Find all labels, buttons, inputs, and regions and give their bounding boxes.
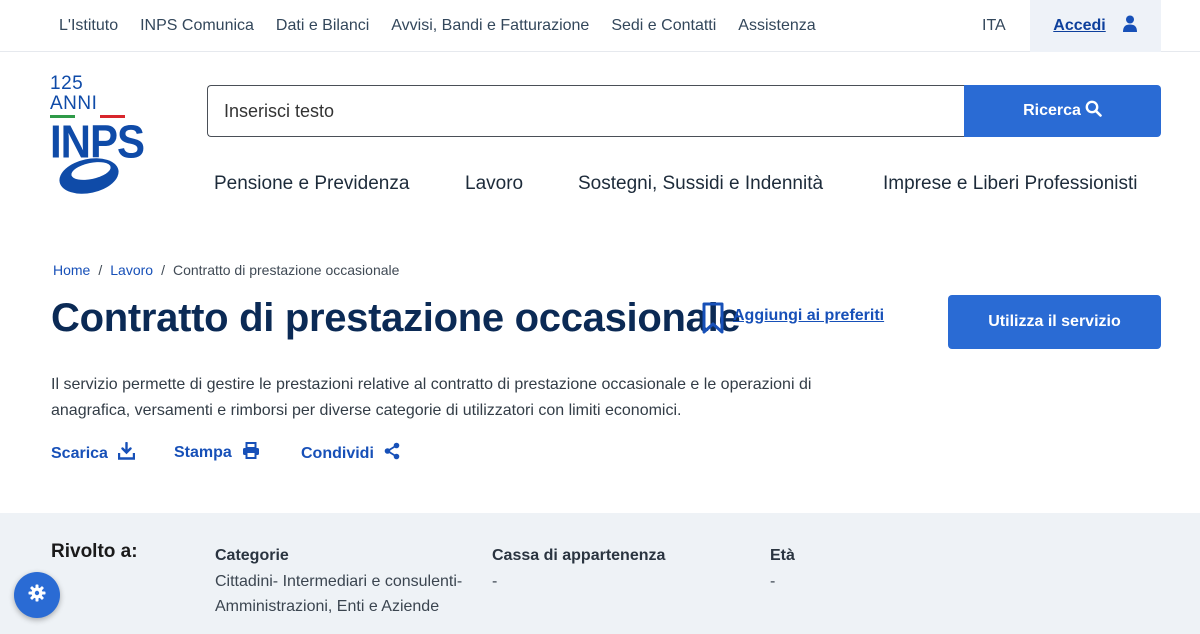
target-column-value: - bbox=[492, 573, 498, 590]
breadcrumb-separator: / bbox=[161, 262, 165, 278]
mainnav-item-pensione[interactable]: Pensione e Previdenza bbox=[214, 173, 409, 195]
target-column-value: - bbox=[770, 573, 776, 590]
topnav-item-dati-bilanci[interactable]: Dati e Bilanci bbox=[276, 17, 369, 35]
download-button[interactable]: Scarica bbox=[51, 441, 136, 465]
share-icon bbox=[384, 442, 400, 465]
share-button[interactable]: Condividi bbox=[301, 442, 400, 465]
target-column-cassa: Cassa di appartenenza - bbox=[492, 545, 752, 594]
search-icon bbox=[1085, 100, 1102, 122]
download-icon bbox=[117, 441, 136, 465]
breadcrumb-home[interactable]: Home bbox=[53, 262, 90, 278]
search-button-label: Ricerca bbox=[1023, 102, 1081, 119]
mainnav-item-lavoro[interactable]: Lavoro bbox=[465, 173, 523, 195]
add-to-favorites-link[interactable]: Aggiungi ai preferiti bbox=[733, 307, 884, 325]
target-column-eta: Età - bbox=[770, 545, 970, 594]
print-icon bbox=[242, 442, 260, 464]
breadcrumb-separator: / bbox=[98, 262, 103, 278]
print-label: Stampa bbox=[174, 444, 232, 461]
breadcrumb-lavoro[interactable]: Lavoro bbox=[110, 262, 153, 278]
target-column-categorie: Categorie Cittadini- Intermediari e cons… bbox=[215, 545, 485, 619]
use-service-button[interactable]: Utilizza il servizio bbox=[948, 295, 1161, 349]
target-heading: Rivolto a: bbox=[51, 541, 138, 562]
login-button[interactable]: Accedi bbox=[1030, 0, 1161, 52]
login-label: Accedi bbox=[1053, 17, 1106, 34]
top-nav: L'Istituto INPS Comunica Dati e Bilanci … bbox=[59, 0, 816, 52]
target-column-value: Cittadini- Intermediari e consulenti- Am… bbox=[215, 573, 463, 615]
target-column-title: Età bbox=[770, 547, 795, 564]
inps-logo[interactable]: 125 ANNI INPS bbox=[50, 73, 145, 198]
breadcrumb-current: Contratto di prestazione occasionale bbox=[172, 262, 400, 278]
page-title: Contratto di prestazione occasionale bbox=[51, 296, 741, 340]
share-label: Condividi bbox=[301, 444, 374, 462]
search-button[interactable]: Ricerca bbox=[964, 85, 1161, 137]
breadcrumb: Home / Lavoro / Contratto di prestazione… bbox=[53, 262, 399, 278]
logo-ring-icon bbox=[59, 158, 119, 194]
cookie-settings-button[interactable] bbox=[14, 572, 60, 618]
user-icon bbox=[1122, 15, 1138, 37]
bookmark-icon[interactable] bbox=[702, 302, 724, 339]
mainnav-item-imprese[interactable]: Imprese e Liberi Professionisti bbox=[883, 173, 1138, 195]
top-utility-bar: L'Istituto INPS Comunica Dati e Bilanci … bbox=[0, 0, 1200, 52]
gear-icon bbox=[28, 584, 46, 607]
service-description: Il servizio permette di gestire le prest… bbox=[51, 376, 812, 419]
language-selector[interactable]: ITA bbox=[982, 0, 1006, 52]
logo-anniversary-text: 125 ANNI bbox=[50, 73, 98, 114]
topnav-item-avvisi-bandi[interactable]: Avvisi, Bandi e Fatturazione bbox=[391, 17, 589, 35]
mainnav-item-sostegni[interactable]: Sostegni, Sussidi e Indennità bbox=[578, 173, 823, 195]
print-button[interactable]: Stampa bbox=[174, 442, 260, 464]
search-input[interactable]: Inserisci testo bbox=[207, 85, 965, 137]
topnav-item-assistenza[interactable]: Assistenza bbox=[738, 17, 815, 35]
target-column-title: Categorie bbox=[215, 547, 289, 564]
download-label: Scarica bbox=[51, 444, 108, 462]
topnav-item-sedi-contatti[interactable]: Sedi e Contatti bbox=[611, 17, 716, 35]
topnav-item-inps-comunica[interactable]: INPS Comunica bbox=[140, 17, 254, 35]
topnav-item-istituto[interactable]: L'Istituto bbox=[59, 17, 118, 35]
target-column-title: Cassa di appartenenza bbox=[492, 547, 666, 564]
